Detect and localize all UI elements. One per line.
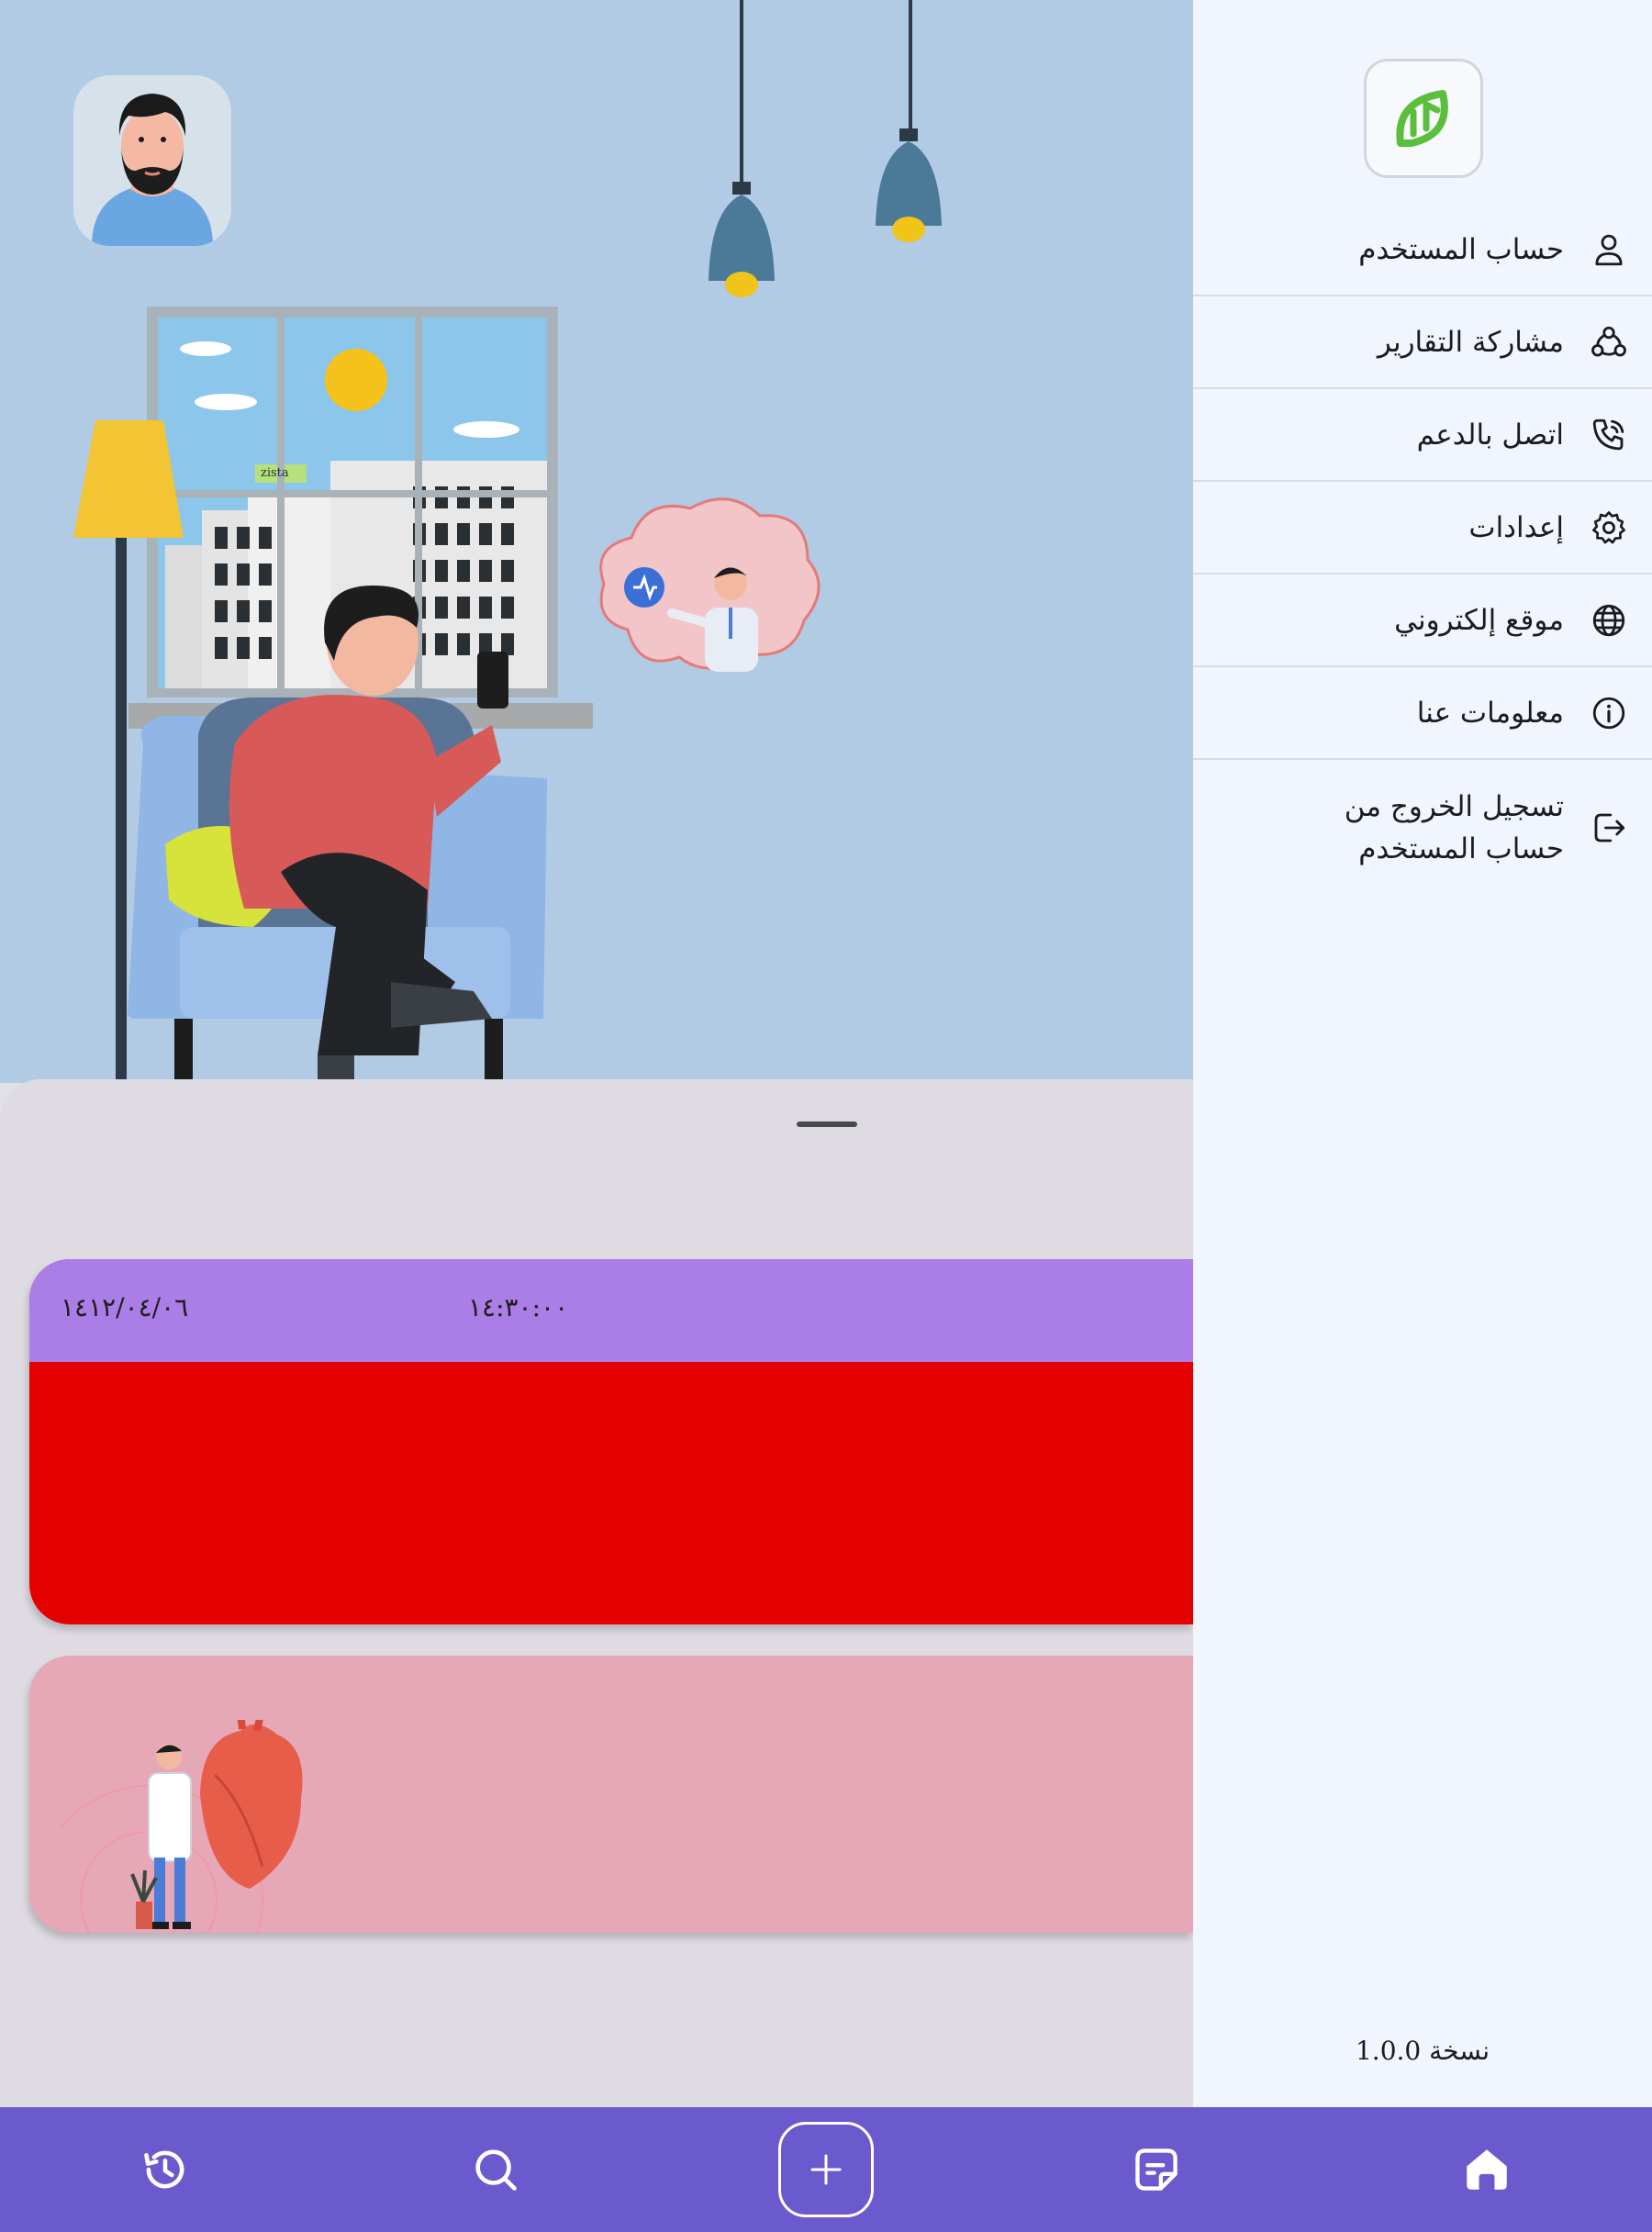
app-logo	[1364, 59, 1483, 178]
menu-item-label: حساب المستخدم	[1358, 232, 1564, 266]
menu-item-contact-support[interactable]: اتصل بالدعم	[1193, 389, 1652, 482]
gear-icon	[1592, 510, 1625, 543]
record-card-header: ١٤١٢/٠٤/٠٦ ١٤:٣٠:٠٠	[29, 1259, 1193, 1362]
lamp-wire	[740, 0, 743, 187]
menu-item-label: معلومات عنا	[1416, 696, 1564, 730]
pendant-lamp-icon	[709, 182, 775, 297]
menu-item-logout[interactable]: تسجيل الخروج من حساب المستخدم	[1193, 760, 1652, 896]
app-version: نسخة 1.0.0	[1355, 2036, 1490, 2066]
navigation-drawer: حساب المستخدم مشاركة التقارير اتصل بالدع…	[1193, 0, 1652, 2107]
lamp-wire	[909, 0, 912, 134]
nav-search-button[interactable]	[464, 2138, 527, 2201]
menu-item-settings[interactable]: إعدادات	[1193, 482, 1652, 575]
record-card[interactable]: ١٤١٢/٠٤/٠٦ ١٤:٣٠:٠٠	[29, 1259, 1193, 1624]
menu-item-about-us[interactable]: معلومات عنا	[1193, 667, 1652, 760]
menu-item-label: اتصل بالدعم	[1416, 418, 1564, 452]
bearded-man-avatar-icon	[92, 94, 213, 246]
menu-item-share-reports[interactable]: مشاركة التقارير	[1193, 296, 1652, 389]
leaf-logo-icon	[1396, 90, 1448, 147]
info-icon	[1592, 697, 1625, 729]
heart-health-card[interactable]	[29, 1656, 1193, 1933]
menu-item-label: إعدادات	[1468, 510, 1564, 544]
nav-history-button[interactable]	[134, 2138, 196, 2201]
report-icon	[1135, 2148, 1178, 2191]
add-icon	[810, 2154, 842, 2185]
nav-reports-button[interactable]	[1125, 2138, 1188, 2201]
share-nodes-icon	[1591, 326, 1626, 356]
menu-item-user-account[interactable]: حساب المستخدم	[1193, 204, 1652, 296]
phone-call-icon	[1592, 418, 1624, 450]
user-avatar[interactable]	[73, 75, 231, 246]
logout-icon	[1594, 813, 1625, 843]
menu-item-label: تسجيل الخروج من حساب المستخدم	[1344, 790, 1564, 865]
home-icon	[1467, 2149, 1507, 2190]
nav-home-button[interactable]	[1456, 2138, 1518, 2201]
user-icon	[1595, 234, 1623, 265]
record-time: ١٤:٣٠:٠٠	[468, 1292, 569, 1322]
building-sign-text: zista	[261, 466, 289, 480]
sheet-drag-handle[interactable]	[797, 1122, 857, 1127]
doctor-heart-illustration-icon	[61, 1720, 303, 1933]
hero-illustration: zista	[0, 0, 1193, 1083]
record-date: ١٤١٢/٠٤/٠٦	[61, 1292, 189, 1322]
menu-item-label: مشاركة التقارير	[1377, 325, 1564, 359]
nav-add-button[interactable]	[778, 2122, 874, 2217]
globe-icon	[1592, 604, 1625, 636]
menu-item-label: موقع إلكتروني	[1394, 603, 1564, 637]
drawer-menu: حساب المستخدم مشاركة التقارير اتصل بالدع…	[1193, 204, 1652, 896]
bottom-navigation-bar	[0, 2107, 1652, 2232]
menu-item-website[interactable]: موقع إلكتروني	[1193, 575, 1652, 667]
search-icon	[475, 2149, 517, 2191]
doctor-thought-bubble-icon	[599, 497, 820, 672]
history-icon	[144, 2150, 184, 2189]
pendant-lamp-icon	[876, 128, 942, 242]
man-on-armchair-icon	[127, 586, 547, 1083]
